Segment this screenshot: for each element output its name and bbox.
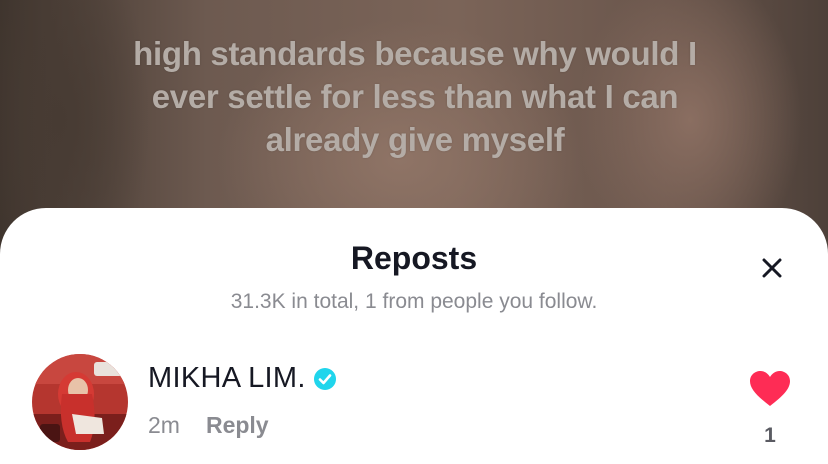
timestamp: 2m — [148, 412, 180, 438]
repost-meta: 2m Reply — [148, 412, 269, 439]
heart-icon — [750, 371, 790, 406]
verified-badge-icon — [313, 367, 336, 390]
close-button[interactable] — [752, 248, 792, 288]
like-count: 1 — [764, 424, 776, 447]
avatar[interactable] — [32, 354, 128, 450]
sheet-title: Reposts — [350, 240, 478, 276]
like-button[interactable] — [749, 370, 791, 408]
caption-line: ever settle for less than what I can — [151, 78, 679, 115]
user-name[interactable]: MIKHA LIM. — [148, 362, 306, 395]
user-name-row[interactable]: MIKHA LIM. — [148, 362, 336, 395]
video-caption: high standards because why would I ever … — [60, 32, 770, 161]
close-icon — [762, 258, 782, 278]
reposts-summary: 31.3K in total, 1 from people you follow… — [230, 290, 598, 313]
avatar-image — [32, 354, 128, 450]
caption-line: high standards because why would I — [133, 35, 697, 72]
list-item: MIKHA LIM. 2m Reply 1 — [0, 352, 828, 452]
caption-line: already give myself — [265, 121, 565, 158]
reply-button[interactable]: Reply — [206, 412, 269, 439]
reposts-sheet: Reposts 31.3K in total, 1 from people yo… — [0, 208, 828, 464]
